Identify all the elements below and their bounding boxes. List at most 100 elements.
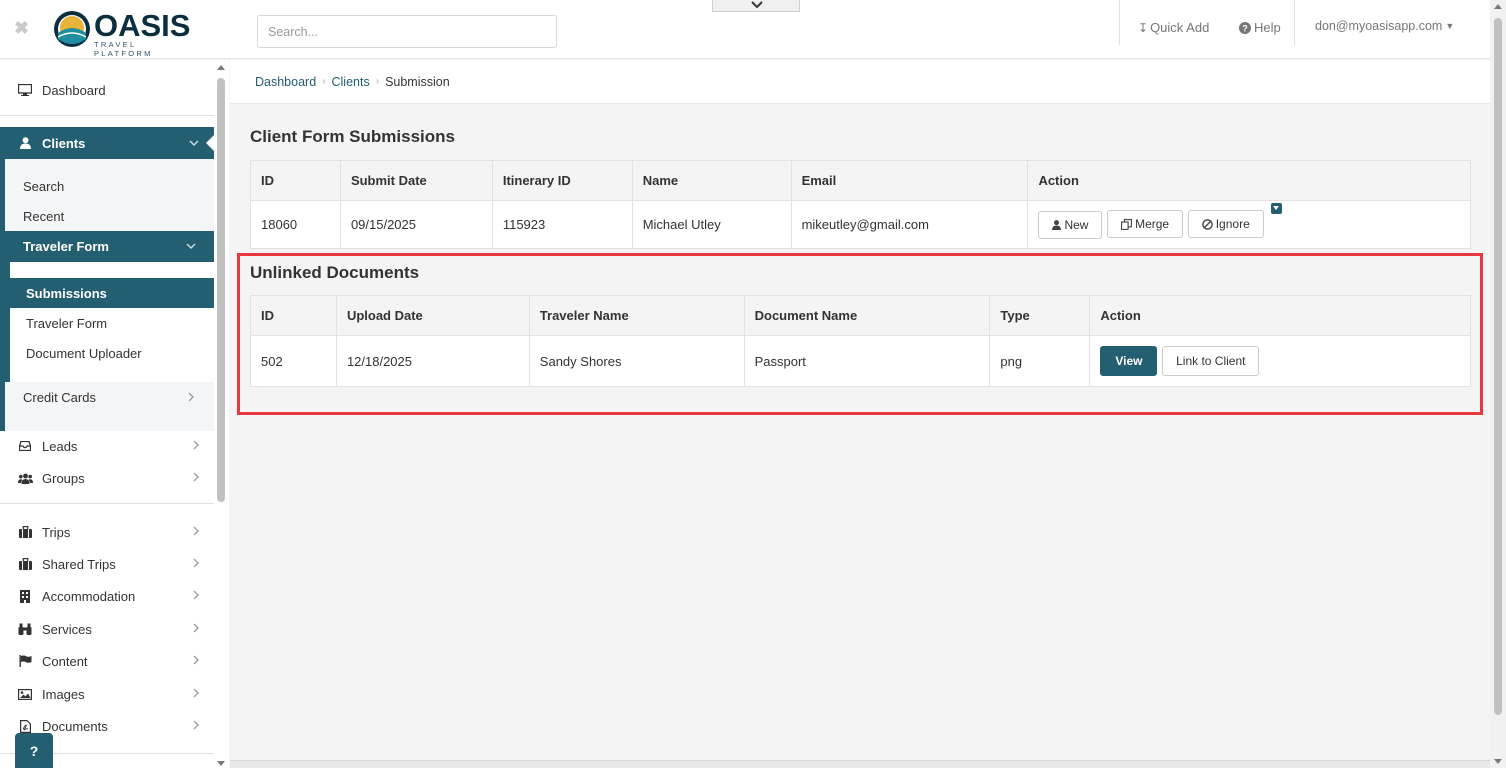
- highlight-annotation: [237, 253, 1483, 415]
- cell-name: Michael Utley: [631, 200, 792, 249]
- cell-email: mikeutley@gmail.com: [790, 200, 1029, 249]
- user-icon: [1052, 219, 1062, 230]
- sidebar-item-recent[interactable]: Recent: [23, 209, 64, 224]
- scrollbar-thumb[interactable]: [1494, 18, 1502, 715]
- image-icon: [17, 687, 33, 701]
- sidebar-item-services[interactable]: Services: [0, 613, 214, 645]
- scroll-up-icon[interactable]: [217, 65, 225, 70]
- sidebar-item-shared-trips[interactable]: Shared Trips: [0, 548, 214, 580]
- column-header: Itinerary ID: [491, 160, 633, 201]
- scrollbar-thumb[interactable]: [217, 78, 225, 502]
- new-button[interactable]: New: [1038, 210, 1103, 239]
- scroll-down-icon[interactable]: [1494, 759, 1502, 764]
- sidebar-item-label: Groups: [42, 470, 85, 486]
- chevron-right-icon: [192, 558, 200, 571]
- submissions-table: ID Submit Date Itinerary ID Name Email A…: [250, 160, 1471, 249]
- divider: [0, 503, 214, 504]
- sidebar-item-images[interactable]: Images: [0, 678, 214, 710]
- chevron-down-icon: [189, 136, 199, 151]
- column-header: Name: [631, 160, 792, 201]
- sidebar-item-trips[interactable]: Trips: [0, 516, 214, 548]
- sidebar-item-label: Images: [42, 686, 85, 702]
- user-icon: [17, 137, 33, 149]
- sidebar-item-accommodation[interactable]: Accommodation: [0, 580, 214, 612]
- sidebar-scrollbar[interactable]: [215, 60, 229, 768]
- cell-actions: New Merge Ignore: [1027, 200, 1471, 249]
- users-icon: [17, 471, 33, 485]
- arrow-down-icon: ↧: [1138, 20, 1149, 35]
- sidebar-item-document-uploader[interactable]: Document Uploader: [26, 346, 142, 361]
- close-icon[interactable]: ✖: [14, 18, 29, 39]
- logo-tagline: TRAVEL PLATFORM: [94, 40, 153, 58]
- chevron-right-icon: [192, 623, 200, 636]
- page-scrollbar[interactable]: [1490, 0, 1506, 768]
- help-button[interactable]: ? Help: [1239, 20, 1281, 35]
- sidebar-item-label: Content: [42, 653, 88, 669]
- sidebar-item-groups[interactable]: Groups: [0, 462, 214, 494]
- sidebar-item-clients[interactable]: Clients: [0, 127, 215, 159]
- chevron-right-icon: ›: [375, 76, 380, 87]
- user-menu[interactable]: don@myoasisapp.com ▼: [1315, 19, 1454, 33]
- help-fab-button[interactable]: ?: [15, 733, 53, 768]
- sidebar-item-label: Leads: [42, 438, 78, 454]
- sidebar-item-search[interactable]: Search: [23, 179, 64, 194]
- column-header: Submit Date: [339, 160, 493, 201]
- cell-id: 18060: [250, 200, 341, 249]
- chevron-right-icon: [192, 526, 200, 539]
- sidebar-item-label: Trips: [42, 524, 71, 540]
- sidebar-item-credit-cards[interactable]: Credit Cards: [23, 390, 96, 405]
- divider: [1294, 0, 1295, 45]
- collapse-header-tab[interactable]: [712, 0, 800, 12]
- monitor-icon: [17, 83, 33, 97]
- sidebar-item-submissions[interactable]: Submissions: [10, 278, 214, 308]
- chevron-right-icon: ›: [322, 76, 326, 87]
- caret-square-down-icon[interactable]: [1271, 203, 1283, 215]
- merge-button[interactable]: Merge: [1107, 210, 1184, 239]
- column-header: Email: [790, 160, 1029, 201]
- quick-add-label: Quick Add: [1150, 20, 1210, 35]
- sidebar-item-traveler-form-group[interactable]: Traveler Form: [5, 231, 214, 262]
- cell-itinerary-id: 115923: [491, 200, 633, 249]
- chevron-right-icon: [192, 440, 200, 453]
- question-circle-icon: ?: [1239, 21, 1251, 34]
- breadcrumb-current: Submission: [385, 74, 450, 89]
- search-input[interactable]: [257, 15, 557, 48]
- table-header-row: ID Submit Date Itinerary ID Name Email A…: [250, 160, 1471, 201]
- breadcrumb-clients[interactable]: Clients: [332, 75, 370, 89]
- sidebar-item-label: Submissions: [26, 285, 107, 301]
- divider: [0, 115, 214, 116]
- inbox-icon: [17, 439, 33, 453]
- sidebar-item-label: Documents: [42, 718, 108, 734]
- section-title-submissions: Client Form Submissions: [250, 127, 455, 146]
- sidebar-item-content[interactable]: Content: [0, 645, 214, 677]
- sidebar-item-label: Dashboard: [42, 82, 106, 98]
- chevron-right-icon: [192, 472, 200, 485]
- scroll-up-icon[interactable]: [1494, 4, 1502, 9]
- sidebar: Dashboard Clients Search Recent Traveler…: [0, 60, 229, 768]
- chevron-right-icon: [192, 590, 200, 603]
- quick-add-button[interactable]: ↧ Quick Add: [1138, 20, 1209, 35]
- column-header: Action: [1027, 160, 1471, 201]
- top-bar: ✖ OASIS TRAVEL PLATFORM ↧ Quick Add ? He…: [0, 0, 1490, 59]
- sidebar-item-label: Shared Trips: [42, 556, 116, 572]
- user-email: don@myoasisapp.com: [1315, 19, 1443, 33]
- chevron-down-icon: [751, 1, 763, 9]
- logo[interactable]: OASIS TRAVEL PLATFORM: [52, 8, 192, 58]
- sidebar-item-label: Traveler Form: [23, 239, 109, 254]
- chevron-right-icon: [192, 688, 200, 701]
- suitcase-icon: [17, 557, 33, 571]
- flag-icon: [17, 654, 33, 668]
- oasis-logo-icon: [54, 11, 90, 47]
- horizontal-scrollbar[interactable]: [230, 760, 1490, 768]
- sidebar-item-leads[interactable]: Leads: [0, 430, 214, 462]
- sidebar-item-traveler-form[interactable]: Traveler Form: [26, 316, 107, 331]
- ignore-button[interactable]: Ignore: [1187, 210, 1264, 239]
- copy-icon: [1121, 218, 1133, 230]
- cell-submit-date: 09/15/2025: [339, 200, 493, 249]
- chevron-right-icon: [192, 720, 200, 733]
- chevron-right-icon: [187, 392, 195, 405]
- active-indicator: [206, 134, 215, 152]
- sidebar-item-dashboard[interactable]: Dashboard: [0, 74, 214, 106]
- scroll-down-icon[interactable]: [217, 761, 225, 766]
- breadcrumb-dashboard[interactable]: Dashboard: [255, 75, 316, 89]
